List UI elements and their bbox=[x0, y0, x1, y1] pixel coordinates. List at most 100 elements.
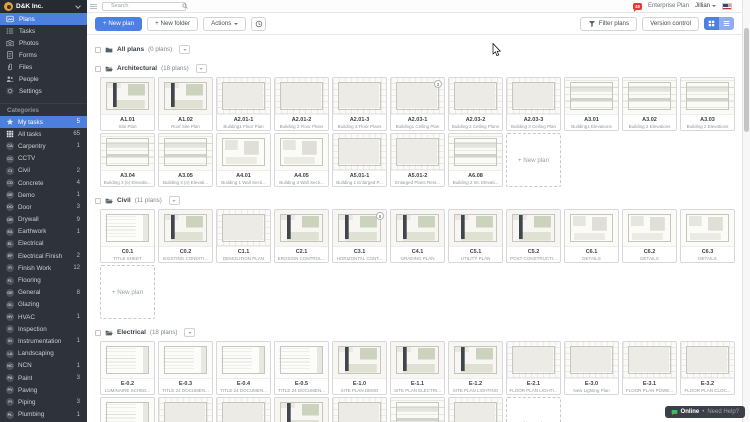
scrollbar[interactable] bbox=[742, 0, 750, 422]
category-item-door[interactable]: DODoor3 bbox=[0, 201, 87, 213]
plan-card-a4.05[interactable]: A4.05Building 3 Wall Secti... bbox=[274, 133, 329, 187]
category-item-plumbing[interactable]: PLPlumbing1 bbox=[0, 409, 87, 421]
plan-card[interactable] bbox=[390, 397, 445, 422]
category-item-electrical[interactable]: ELElectrical bbox=[0, 238, 87, 250]
grid-view-button[interactable] bbox=[704, 17, 719, 30]
plan-card-e-3.1[interactable]: E-3.1FLOOR PLAN POWE... bbox=[622, 341, 677, 395]
sidebar-item-people[interactable]: People bbox=[0, 73, 87, 85]
plan-card-e-3.2[interactable]: E-3.2FLOOR PLAN CLOC... bbox=[680, 341, 735, 395]
plan-card-a2.03-1[interactable]: 3A2.03-1Building1 Ceiling Plan bbox=[390, 77, 445, 131]
new-plan-tile[interactable]: + New plan bbox=[506, 397, 561, 422]
category-item-instrumentation[interactable]: INInstrumentation1 bbox=[0, 335, 87, 347]
actions-button[interactable]: Actions bbox=[203, 17, 246, 31]
plan-card-c4.1[interactable]: C4.1GRADING PLAN bbox=[390, 209, 445, 263]
category-item-electrical-finish[interactable]: EFElectrical Finish2 bbox=[0, 250, 87, 262]
plan-card[interactable] bbox=[332, 397, 387, 422]
new-plan-tile[interactable]: + New plan bbox=[506, 133, 561, 187]
plan-card-a3.03[interactable]: A3.03Building 2 Elevations bbox=[680, 77, 735, 131]
plan-card[interactable] bbox=[274, 397, 329, 422]
plan-card[interactable] bbox=[216, 397, 271, 422]
plan-card-a3.05[interactable]: A3.05Building 3 (n) Elevati... bbox=[158, 133, 213, 187]
section-menu-button[interactable] bbox=[184, 328, 195, 337]
version-control-button[interactable]: Version control bbox=[642, 17, 699, 31]
org-switcher[interactable]: D&K Inc. bbox=[0, 0, 87, 13]
us-flag-icon[interactable] bbox=[722, 3, 732, 10]
category-item-my-tasks[interactable]: My tasks5 bbox=[0, 116, 87, 128]
category-item-paving[interactable]: PVPaving bbox=[0, 384, 87, 396]
section-checkbox[interactable] bbox=[95, 198, 101, 204]
search-input[interactable] bbox=[103, 3, 182, 9]
plan-card-a1.02[interactable]: A1.02Roof Site Plan bbox=[158, 77, 213, 131]
plan-card-a2.01-3[interactable]: A2.01-3Building 3 Floor Plans bbox=[332, 77, 387, 131]
plan-card-a2.03-3[interactable]: A2.03-3Building 3 Ceiling Plan bbox=[506, 77, 561, 131]
help-widget[interactable]: Online • Need Help? bbox=[665, 406, 745, 418]
plan-card-c1.1[interactable]: C1.1DEMOLITION PLAN bbox=[216, 209, 271, 263]
filter-plans-button[interactable]: Filter plans bbox=[580, 17, 637, 31]
new-plan-tile[interactable]: + New plan bbox=[100, 265, 155, 319]
plan-card-a4.01[interactable]: A4.01Building 1 Wall Secti... bbox=[216, 133, 271, 187]
plan-card-e-0.2[interactable]: E-0.2LUMINAIRE SCHED... bbox=[100, 341, 155, 395]
category-item-drywall[interactable]: DRDrywall9 bbox=[0, 214, 87, 226]
plan-card[interactable] bbox=[100, 397, 155, 422]
category-item-cctv[interactable]: CCCCTV bbox=[0, 153, 87, 165]
category-item-landscaping[interactable]: LALandscaping bbox=[0, 348, 87, 360]
category-item-concrete[interactable]: COConcrete4 bbox=[0, 177, 87, 189]
category-item-finish-work[interactable]: FIFinish Work12 bbox=[0, 262, 87, 274]
user-menu[interactable]: Jillian bbox=[695, 3, 716, 9]
plan-card-c6.1[interactable]: C6.1DETAILS bbox=[564, 209, 619, 263]
plan-card-a3.01[interactable]: A3.01Building1 Elevations bbox=[564, 77, 619, 131]
scrollbar-thumb[interactable] bbox=[744, 28, 749, 132]
category-item-piping[interactable]: PIPiping3 bbox=[0, 396, 87, 408]
plan-card-e-1.2[interactable]: E-1.2SITE PLAN LIGHTING bbox=[448, 341, 503, 395]
plan-card-a3.02[interactable]: A3.02Building 2 Elevations bbox=[622, 77, 677, 131]
plan-card-c5.2[interactable]: C5.2POST-CONSTRUCTI... bbox=[506, 209, 561, 263]
section-checkbox[interactable] bbox=[95, 66, 101, 72]
sidebar-item-photos[interactable]: Photos bbox=[0, 37, 87, 49]
plan-card-c6.3[interactable]: C6.3DETAILS bbox=[680, 209, 735, 263]
sidebar-item-forms[interactable]: Forms bbox=[0, 49, 87, 61]
category-item-carpentry[interactable]: CACarpentry1 bbox=[0, 140, 87, 152]
plan-card-a2.01-1[interactable]: A2.01-1Building1 Floor Plan bbox=[216, 77, 271, 131]
plan-card-a2.01-2[interactable]: A2.01-2Building 2 Floor Plans bbox=[274, 77, 329, 131]
category-item-flooring[interactable]: FLFlooring bbox=[0, 274, 87, 286]
plan-card-a5.01-1[interactable]: A5.01-1Building 1 Enlarged P... bbox=[332, 133, 387, 187]
sidebar-item-settings[interactable]: Settings bbox=[0, 85, 87, 97]
plan-card-c5.1[interactable]: C5.1UTILITY PLAN bbox=[448, 209, 503, 263]
sidebar-item-files[interactable]: Files bbox=[0, 61, 87, 73]
menu-icon[interactable] bbox=[90, 4, 97, 9]
plan-card-c3.1[interactable]: 5C3.1HORIZONTAL CONT... bbox=[332, 209, 387, 263]
plan-card-e-0.5[interactable]: E-0.5TITLE 24 DOCUMEN... bbox=[274, 341, 329, 395]
section-menu-button[interactable] bbox=[179, 45, 190, 54]
section-menu-button[interactable] bbox=[196, 64, 207, 73]
new-folder-button[interactable]: + New folder bbox=[147, 17, 198, 31]
category-item-general[interactable]: GEGeneral8 bbox=[0, 287, 87, 299]
new-plan-button[interactable]: + New plan bbox=[95, 17, 142, 31]
category-item-civil[interactable]: CICivil2 bbox=[0, 165, 87, 177]
plan-card[interactable] bbox=[158, 397, 213, 422]
category-item-ncn[interactable]: NCNCN1 bbox=[0, 360, 87, 372]
plan-card-a6.08[interactable]: A6.08Building 2 Int. Elevati... bbox=[448, 133, 503, 187]
plan-card-e-1.1[interactable]: E-1.1SITE PLAN ELECTRI... bbox=[390, 341, 445, 395]
plan-card-c0.2[interactable]: C0.2EXISTING CONDITI... bbox=[158, 209, 213, 263]
plan-card-e-2.1[interactable]: E-2.1FLOOR PLAN LIGHTI... bbox=[506, 341, 561, 395]
sidebar-item-tasks[interactable]: Tasks bbox=[0, 25, 87, 37]
category-item-inspection[interactable]: ISInspection bbox=[0, 323, 87, 335]
plan-card-e-0.4[interactable]: E-0.4TITLE 24 DOCUMEN... bbox=[216, 341, 271, 395]
section-checkbox[interactable] bbox=[95, 330, 101, 336]
notification-badge[interactable]: 49 bbox=[633, 3, 642, 10]
category-item-earthwork[interactable]: EAEarthwork1 bbox=[0, 226, 87, 238]
section-checkbox[interactable] bbox=[95, 47, 101, 53]
plan-card-a3.04[interactable]: A3.04Building 3 (e) Elevatio... bbox=[100, 133, 155, 187]
category-item-hvac[interactable]: HVHVAC1 bbox=[0, 311, 87, 323]
plan-card-c2.1[interactable]: C2.1EROSION CONTROL... bbox=[274, 209, 329, 263]
plan-card-a2.03-2[interactable]: A2.03-2Building 2 Ceiling Plans bbox=[448, 77, 503, 131]
plan-card-e-1.0[interactable]: E-1.0SITE PLAN DEMO bbox=[332, 341, 387, 395]
plan-card-a5.01-2[interactable]: A5.01-2Enlarged Plans Rest... bbox=[390, 133, 445, 187]
category-item-paint[interactable]: PAPaint3 bbox=[0, 372, 87, 384]
plan-card-c6.2[interactable]: C6.2DETAILS bbox=[622, 209, 677, 263]
plan-card-a1.01[interactable]: A1.01Site Plan bbox=[100, 77, 155, 131]
category-item-all-tasks[interactable]: All tasks65 bbox=[0, 128, 87, 140]
plan-card-e-3.0[interactable]: E-3.0New Lighting Plan bbox=[564, 341, 619, 395]
plan-card-e-0.3[interactable]: E-0.3TITLE 24 DOCUMEN... bbox=[158, 341, 213, 395]
category-item-demo[interactable]: DEDemo1 bbox=[0, 189, 87, 201]
